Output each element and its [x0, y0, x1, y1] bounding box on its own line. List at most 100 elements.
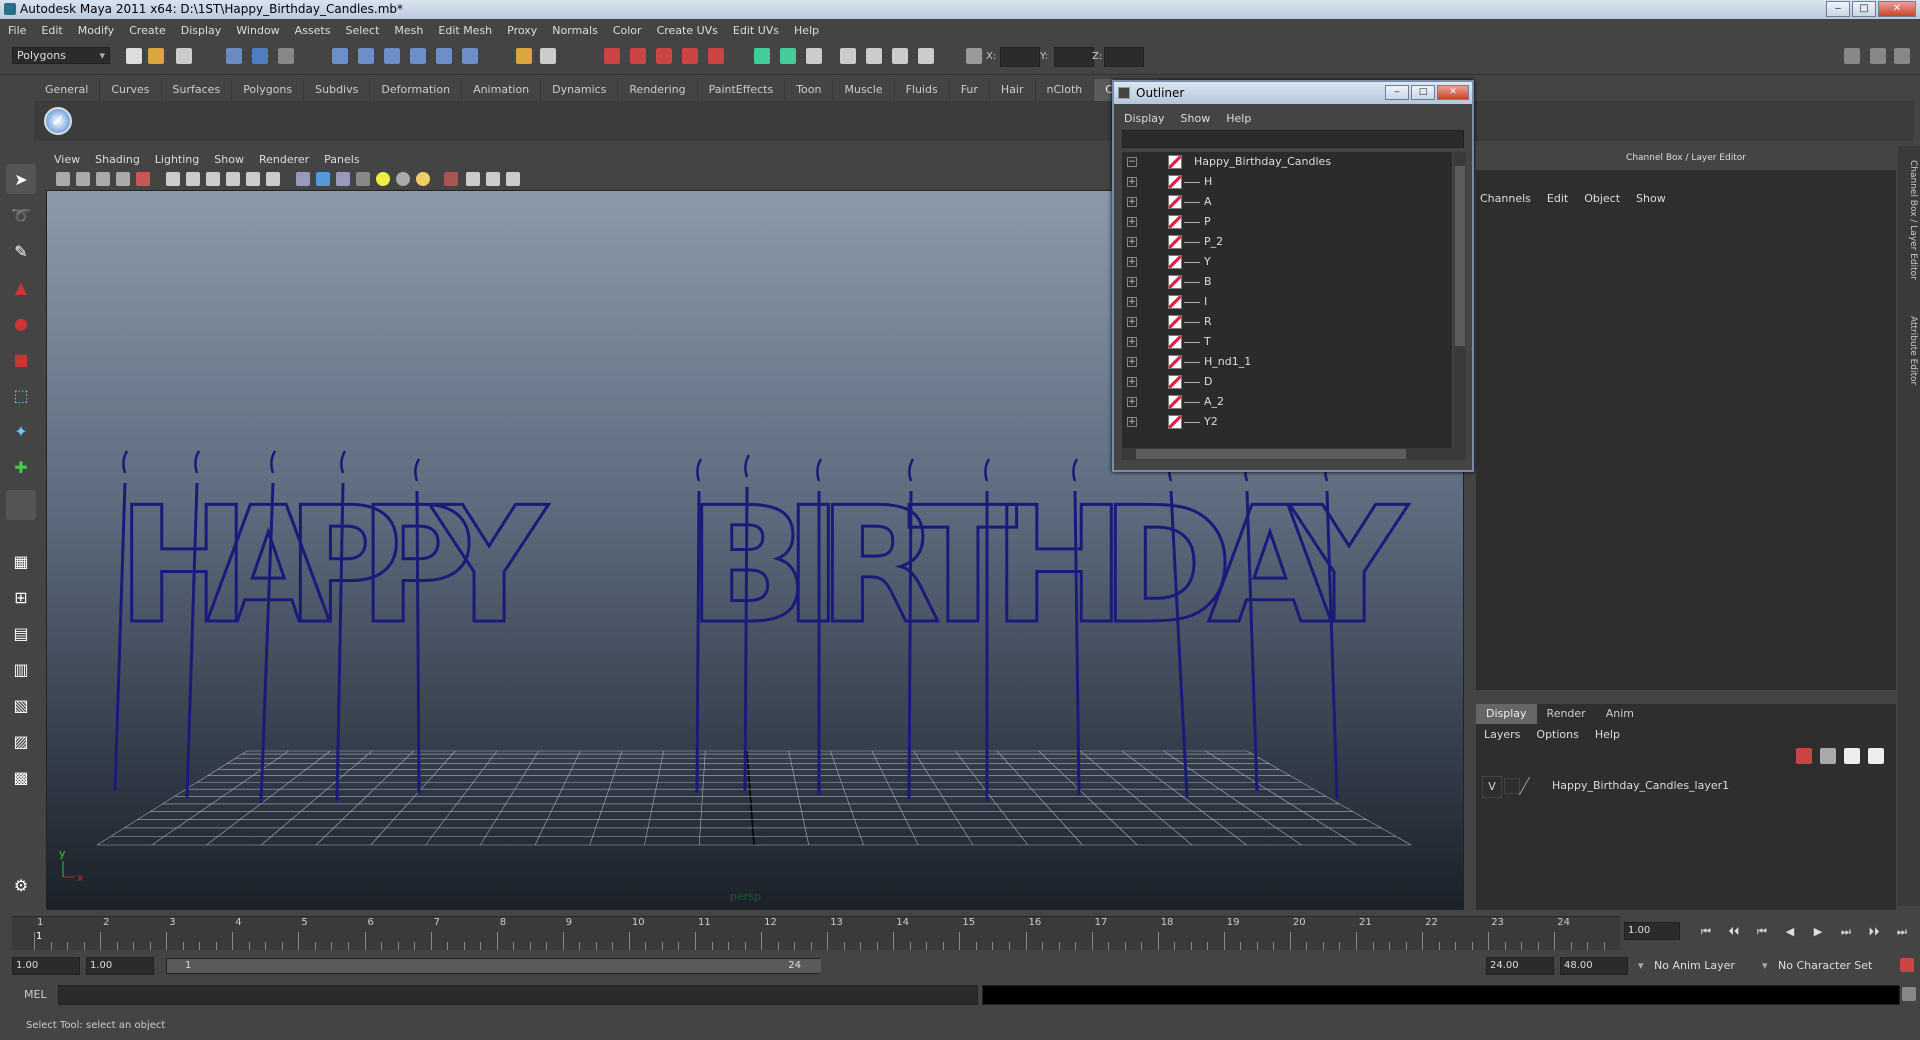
outliner-item[interactable]: + B — [1122, 272, 1452, 292]
cb-menu-show[interactable]: Show — [1636, 192, 1666, 205]
rotate-tool-icon[interactable]: ● — [6, 308, 36, 338]
cb-menu-object[interactable]: Object — [1584, 192, 1620, 205]
playback-start-field[interactable]: 1.00 — [86, 957, 154, 975]
grease-pencil-icon[interactable] — [136, 172, 150, 186]
safe-action-icon[interactable] — [266, 172, 280, 186]
maximize-button[interactable]: □ — [1852, 1, 1876, 17]
vp-menu-view[interactable]: View — [54, 153, 80, 166]
single-pane-layout-icon[interactable]: ▦ — [6, 546, 36, 576]
lock-icon[interactable] — [516, 48, 532, 64]
menu-file[interactable]: File — [8, 24, 26, 37]
panel-toggle-icon[interactable] — [780, 48, 796, 64]
outliner-item[interactable]: + H_nd1_1 — [1122, 352, 1452, 372]
soft-mod-tool-icon[interactable]: ✦ — [6, 416, 36, 446]
layer-editor-icon[interactable] — [892, 48, 908, 64]
menu-create[interactable]: Create — [129, 24, 166, 37]
shelf-tab-muscle[interactable]: Muscle — [833, 79, 895, 101]
hypershade-layout-icon[interactable]: ▧ — [6, 690, 36, 720]
expand-icon[interactable]: + — [1127, 297, 1137, 307]
script-editor-icon[interactable] — [1902, 987, 1916, 1001]
outliner-menu-show[interactable]: Show — [1181, 112, 1211, 125]
cb-menu-edit[interactable]: Edit — [1547, 192, 1568, 205]
step-forward-frame-icon[interactable]: ⏭ — [1836, 924, 1856, 940]
gate-mask-icon[interactable] — [226, 172, 240, 186]
vp-menu-shading[interactable]: Shading — [95, 153, 140, 166]
le-tab-anim[interactable]: Anim — [1596, 704, 1644, 724]
menu-select[interactable]: Select — [345, 24, 379, 37]
ipr-render-icon[interactable] — [630, 48, 646, 64]
persp-graph-layout-icon[interactable]: ▥ — [6, 654, 36, 684]
expand-icon[interactable]: + — [1127, 397, 1137, 407]
layout-toggle-icon[interactable] — [1844, 48, 1860, 64]
play-forward-icon[interactable]: ▶ — [1808, 924, 1828, 940]
expand-icon[interactable]: + — [1127, 357, 1137, 367]
render-view-icon[interactable] — [708, 48, 724, 64]
vp-menu-show[interactable]: Show — [214, 153, 244, 166]
last-tool-icon[interactable]: ✚ — [6, 452, 36, 482]
save-scene-icon[interactable] — [176, 48, 192, 64]
minimize-button[interactable]: ‒ — [1826, 1, 1850, 17]
input-ops-icon[interactable] — [462, 48, 478, 64]
menu-create-uvs[interactable]: Create UVs — [657, 24, 718, 37]
menu-proxy[interactable]: Proxy — [507, 24, 537, 37]
shelf-tab-fluids[interactable]: Fluids — [895, 79, 950, 101]
z-field[interactable] — [1104, 47, 1144, 67]
paint-select-tool-icon[interactable]: ✎ — [6, 236, 36, 266]
outliner-maximize-button[interactable]: □ — [1411, 85, 1435, 100]
go-to-start-icon[interactable]: ⏮ — [1696, 924, 1716, 940]
y-field[interactable] — [1054, 47, 1094, 67]
isolate-select-icon[interactable] — [444, 172, 458, 186]
side-tab-attribute-editor[interactable]: Attribute Editor — [1900, 316, 1918, 385]
shelf-tab-hair[interactable]: Hair — [990, 79, 1036, 101]
shelf-tab-polygons[interactable]: Polygons — [232, 79, 305, 101]
shelf-tab-deformation[interactable]: Deformation — [370, 79, 463, 101]
outliner-filter-field[interactable] — [1122, 130, 1464, 148]
render-settings-icon[interactable] — [656, 48, 672, 64]
outliner-root-row[interactable]: − Happy_Birthday_Candles — [1122, 152, 1452, 172]
le-menu-options[interactable]: Options — [1536, 728, 1578, 741]
shelf-tab-fur[interactable]: Fur — [950, 79, 990, 101]
le-tab-render[interactable]: Render — [1537, 704, 1596, 724]
menu-edit-uvs[interactable]: Edit UVs — [733, 24, 779, 37]
channel-toggle-icon[interactable] — [806, 48, 822, 64]
menu-assets[interactable]: Assets — [295, 24, 331, 37]
layer-type-toggle[interactable] — [1504, 778, 1520, 794]
step-back-frame-icon[interactable]: ⏮ — [1752, 924, 1772, 940]
new-scene-icon[interactable] — [126, 48, 142, 64]
scrollbar-thumb[interactable] — [1136, 449, 1406, 459]
go-to-end-icon[interactable]: ⏭ — [1892, 924, 1912, 940]
time-slider[interactable]: 1 2 3 4 5 6 7 8 9 10 11 12 13 14 15 16 17 18 19 20 21 22 23 24 … — [12, 916, 1620, 950]
select-hierarchy-icon[interactable] — [226, 48, 242, 64]
tool-settings-icon[interactable] — [866, 48, 882, 64]
auto-key-icon[interactable] — [1900, 958, 1914, 972]
cb-menu-channels[interactable]: Channels — [1480, 192, 1531, 205]
shelf-tab-animation[interactable]: Animation — [462, 79, 542, 101]
outliner-title-bar[interactable]: Outliner ‒ □ ✕ — [1114, 82, 1472, 104]
anim-layer-dropdown[interactable]: No Anim Layer — [1638, 957, 1756, 975]
render-frame-icon[interactable] — [604, 48, 620, 64]
snap-curve-icon[interactable] — [358, 48, 374, 64]
outliner-horizontal-scrollbar[interactable] — [1122, 448, 1466, 460]
menu-set-dropdown[interactable]: Polygons — [12, 47, 110, 64]
step-forward-key-icon[interactable]: ⏵⏵ — [1864, 924, 1884, 940]
snap-grid-icon[interactable] — [332, 48, 348, 64]
expand-icon[interactable]: + — [1127, 317, 1137, 327]
expand-icon[interactable]: + — [1127, 377, 1137, 387]
make-live-icon[interactable] — [436, 48, 452, 64]
menu-color[interactable]: Color — [613, 24, 642, 37]
expand-icon[interactable]: + — [1127, 417, 1137, 427]
shelf-tab-surfaces[interactable]: Surfaces — [162, 79, 233, 101]
checkmark-shelf-icon[interactable]: ✓ — [44, 107, 72, 135]
outliner-vertical-scrollbar[interactable] — [1454, 152, 1466, 448]
menu-normals[interactable]: Normals — [552, 24, 598, 37]
command-language-label[interactable]: MEL — [24, 988, 47, 1001]
shelf-tab-curves[interactable]: Curves — [100, 79, 162, 101]
outliner-item[interactable]: + A — [1122, 192, 1452, 212]
character-set-dropdown[interactable]: No Character Set — [1762, 957, 1880, 975]
hypershade-icon[interactable] — [682, 48, 698, 64]
new-layer-selected-icon[interactable] — [1844, 748, 1860, 764]
menu-modify[interactable]: Modify — [78, 24, 114, 37]
layer-visibility-toggle[interactable]: V — [1482, 776, 1502, 798]
wireframe-icon[interactable] — [296, 172, 310, 186]
bookmark-icon[interactable] — [96, 172, 110, 186]
